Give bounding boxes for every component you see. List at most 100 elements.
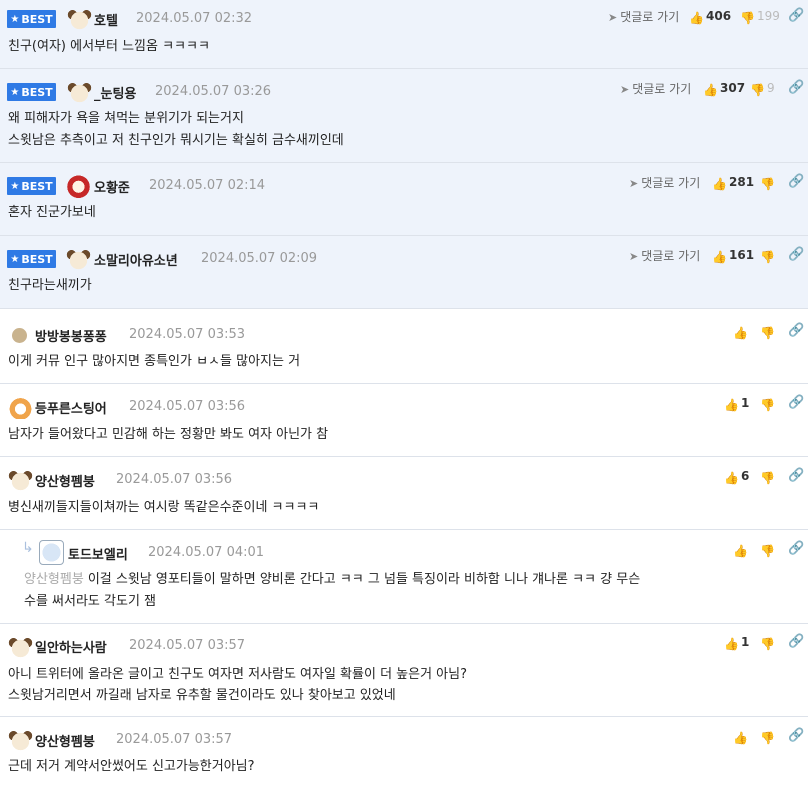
link-icon[interactable]: 🔗 <box>788 174 804 189</box>
thumbs-down-icon: 👎 <box>760 326 775 340</box>
upvote-button[interactable]: 👍 <box>733 542 750 558</box>
link-icon[interactable]: 🔗 <box>788 541 804 556</box>
upvote-button[interactable]: 👍 1 <box>724 396 749 412</box>
downvote-button[interactable]: 👎 9 <box>750 81 775 97</box>
timestamp: 2024.05.07 02:09 <box>201 251 318 266</box>
star-icon: ★ <box>10 13 20 25</box>
downvote-button[interactable]: 👎 <box>760 469 777 485</box>
comment-text: 양산형펨붕 이걸 스윗남 영포티들이 말하면 양비론 간다고 ㅋㅋ 그 넘들 특징… <box>24 572 641 587</box>
timestamp: 2024.05.07 02:14 <box>149 178 266 193</box>
star-icon: ★ <box>10 253 20 265</box>
nickname[interactable]: 양산형펨붕 <box>35 471 95 490</box>
thumbs-up-icon: 👍 <box>724 471 739 485</box>
avatar[interactable] <box>8 634 33 659</box>
avatar[interactable] <box>66 173 91 198</box>
comment: 방방봉봉퐁퐁 2024.05.07 03:53 👍 👎 🔗 이게 커뮤 인구 많… <box>0 312 808 384</box>
link-icon[interactable]: 🔗 <box>788 247 804 262</box>
upvote-button[interactable]: 👍 281 <box>712 175 754 191</box>
star-icon: ★ <box>10 180 20 192</box>
downvote-button[interactable]: 👎 <box>760 396 777 412</box>
comment-text: 친구라는새끼가 <box>8 278 92 293</box>
thumbs-up-icon: 👍 <box>712 177 727 191</box>
thumbs-down-icon: 👎 <box>760 731 775 745</box>
upvote-button[interactable]: 👍 1 <box>724 635 749 651</box>
thumbs-up-icon: 👍 <box>724 398 739 412</box>
link-icon[interactable]: 🔗 <box>788 728 804 743</box>
comment: 일안하는사람 2024.05.07 03:57 👍 1 👎 🔗 아니 트위터에 올… <box>0 624 808 717</box>
best-badge: ★ BEST <box>7 10 56 28</box>
goto-comment-link[interactable]: ➤ 댓글로 가기 <box>620 80 691 97</box>
thumbs-down-icon: 👎 <box>760 637 775 651</box>
upvote-button[interactable]: 👍 6 <box>724 469 749 485</box>
comment-text: 근데 저거 계약서안썼어도 신고가능한거아님? <box>8 759 255 774</box>
nickname[interactable]: 양산형펨붕 <box>35 731 95 750</box>
upvote-button[interactable]: 👍 <box>733 324 750 340</box>
downvote-button[interactable]: 👎 <box>760 248 777 264</box>
downvote-button[interactable]: 👎 <box>760 635 777 651</box>
thumbs-up-icon: 👍 <box>712 250 727 264</box>
arrow-icon: ➤ <box>629 177 639 190</box>
thumbs-up-icon: 👍 <box>733 544 748 558</box>
best-badge: ★ BEST <box>7 250 56 268</box>
timestamp: 2024.05.07 03:56 <box>116 472 233 487</box>
reply-comment: ↳ 토드보엘리 2024.05.07 04:01 👍 👎 🔗 양산형펨붕 이걸 스… <box>0 530 808 624</box>
timestamp: 2024.05.07 04:01 <box>148 545 265 560</box>
best-badge: ★ BEST <box>7 177 56 195</box>
timestamp: 2024.05.07 03:26 <box>155 84 272 99</box>
timestamp: 2024.05.07 03:57 <box>116 732 233 747</box>
nickname[interactable]: _눈팅용 <box>94 83 136 102</box>
link-icon[interactable]: 🔗 <box>788 468 804 483</box>
avatar[interactable] <box>8 394 33 419</box>
comment-text: 친구(여자) 에서부터 느낌옴 ㅋㅋㅋㅋ <box>8 39 210 54</box>
timestamp: 2024.05.07 02:32 <box>136 11 253 26</box>
comment-best: ★ BEST 호텔 2024.05.07 02:32 ➤ 댓글로 가기 👍 406 👎… <box>0 0 808 69</box>
upvote-button[interactable]: 👍 307 <box>703 81 745 97</box>
link-icon[interactable]: 🔗 <box>788 323 804 338</box>
avatar[interactable] <box>66 246 91 271</box>
thumbs-down-icon: 👎 <box>760 250 775 264</box>
nickname[interactable]: 호텔 <box>94 10 118 29</box>
comment-text: 왜 피해자가 욕을 쳐먹는 분위기가 되는거지 <box>8 111 244 126</box>
avatar[interactable] <box>12 328 27 343</box>
goto-comment-link[interactable]: ➤ 댓글로 가기 <box>629 174 700 191</box>
link-icon[interactable]: 🔗 <box>788 80 804 95</box>
avatar[interactable] <box>8 727 33 752</box>
comment-best: ★ BEST 오황준 2024.05.07 02:14 ➤ 댓글로 가기 👍 281 … <box>0 163 808 236</box>
nickname[interactable]: 일안하는사람 <box>35 637 107 656</box>
downvote-button[interactable]: 👎 <box>760 542 777 558</box>
upvote-button[interactable]: 👍 <box>733 729 750 745</box>
comment-text: 이게 커뮤 인구 많아지면 종특인가 ㅂㅅ들 많아지는 거 <box>8 354 301 369</box>
upvote-button[interactable]: 👍 161 <box>712 248 754 264</box>
nickname[interactable]: 등푸른스팅어 <box>35 398 107 417</box>
upvote-button[interactable]: 👍 406 <box>689 9 731 25</box>
downvote-button[interactable]: 👎 <box>760 175 777 191</box>
comment-text: 스윗남은 추측이고 저 친구인가 뭐시기는 확실히 금수새끼인데 <box>8 133 344 148</box>
goto-comment-link[interactable]: ➤ 댓글로 가기 <box>629 247 700 264</box>
timestamp: 2024.05.07 03:56 <box>129 399 246 414</box>
avatar[interactable] <box>67 79 92 104</box>
downvote-button[interactable]: 👎 199 <box>740 9 780 25</box>
avatar[interactable] <box>67 6 92 31</box>
arrow-icon: ➤ <box>629 250 639 263</box>
downvote-button[interactable]: 👎 <box>760 324 777 340</box>
thumbs-up-icon: 👍 <box>724 637 739 651</box>
nickname[interactable]: 토드보엘리 <box>68 544 128 563</box>
link-icon[interactable]: 🔗 <box>788 634 804 649</box>
link-icon[interactable]: 🔗 <box>788 395 804 410</box>
comment-best: ★ BEST 소말리아유소년 2024.05.07 02:09 ➤ 댓글로 가기 👍… <box>0 236 808 309</box>
link-icon[interactable]: 🔗 <box>788 8 804 23</box>
nickname[interactable]: 오황준 <box>94 177 130 196</box>
thumbs-down-icon: 👎 <box>750 83 765 97</box>
comment-best: ★ BEST _눈팅용 2024.05.07 03:26 ➤ 댓글로 가기 👍 307… <box>0 69 808 163</box>
star-icon: ★ <box>10 86 20 98</box>
downvote-button[interactable]: 👎 <box>760 729 777 745</box>
avatar[interactable] <box>39 540 64 565</box>
mention[interactable]: 양산형펨붕 <box>24 572 84 587</box>
nickname[interactable]: 방방봉봉퐁퐁 <box>35 326 107 345</box>
goto-comment-link[interactable]: ➤ 댓글로 가기 <box>608 8 679 25</box>
comment-text: 남자가 들어왔다고 민감해 하는 정황만 봐도 여자 아닌가 참 <box>8 427 329 442</box>
thumbs-down-icon: 👎 <box>760 471 775 485</box>
best-label: BEST <box>21 12 53 26</box>
nickname[interactable]: 소말리아유소년 <box>94 250 178 269</box>
avatar[interactable] <box>8 467 33 492</box>
